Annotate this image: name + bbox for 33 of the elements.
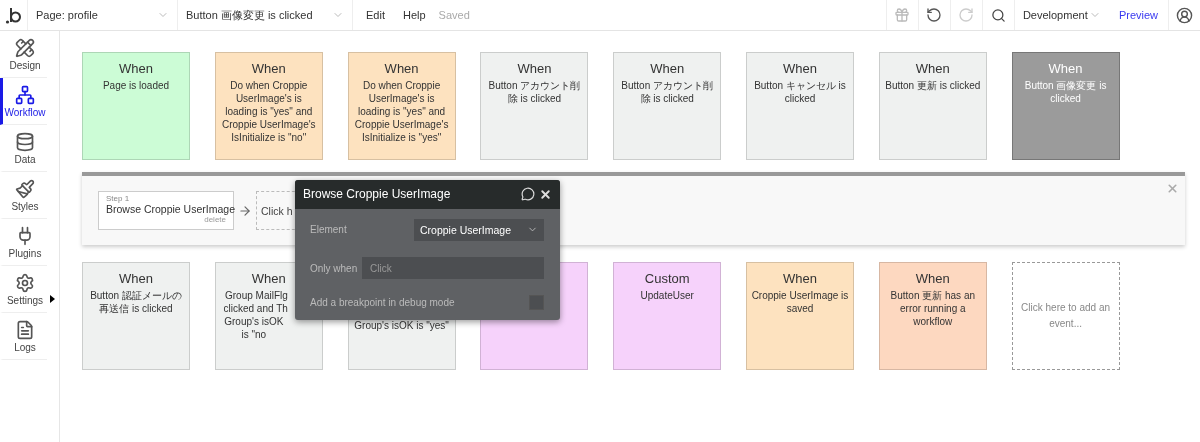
add-event-text: Click here to add an event... <box>1020 301 1112 331</box>
event-description: clicked and Th <box>223 302 288 315</box>
event-title: When <box>650 61 685 76</box>
event-description: Button 更新 is clicked <box>885 79 981 92</box>
event-description: Page is loaded <box>102 79 170 92</box>
event-title: When <box>915 61 950 76</box>
event-title: When <box>119 271 153 286</box>
popup-title: Browse Croppie UserImage <box>303 187 451 202</box>
event-description: Group's isOK is "yes" <box>354 319 449 332</box>
event-title: When <box>251 61 286 76</box>
event-title: When <box>783 61 817 76</box>
field-label: Element <box>310 224 347 236</box>
event-description: Button 更新 has an error running a workflow <box>889 289 977 328</box>
event-description: Button アカウント削除 is clicked <box>620 79 715 105</box>
event-title: When <box>517 61 552 76</box>
event-description: Button 認証メールの再送信 is clicked <box>89 289 183 315</box>
event-description: Button キャンセル is clicked <box>753 79 847 105</box>
event-description: Group's isOK is "no <box>223 315 285 341</box>
event-title: When <box>915 271 950 286</box>
event-description: Button アカウント削除 is clicked <box>487 79 582 105</box>
event-title: When <box>783 271 817 286</box>
event-title: When <box>1048 61 1083 76</box>
event-description: Button 画像変更 is clicked <box>1023 79 1108 105</box>
event-title: When <box>251 271 286 286</box>
event-description: Do when Croppie UserImage's is loading is "yes" and Croppie UserImage's IsInitialize is "no" <box>221 79 317 144</box>
event-title: Custom <box>644 271 690 286</box>
event-description: Croppie UserImage is saved <box>751 289 849 315</box>
event-description: UpdateUser <box>640 289 694 302</box>
event-title: When <box>384 61 419 76</box>
save-status: Saved <box>437 9 471 21</box>
event-description: Do when Croppie UserImage's is loading is "yes" and Croppie UserImage's IsInitialize is "yes" <box>353 79 450 144</box>
event-title: When <box>119 61 153 76</box>
event-description: Group MailFlg <box>225 289 288 302</box>
